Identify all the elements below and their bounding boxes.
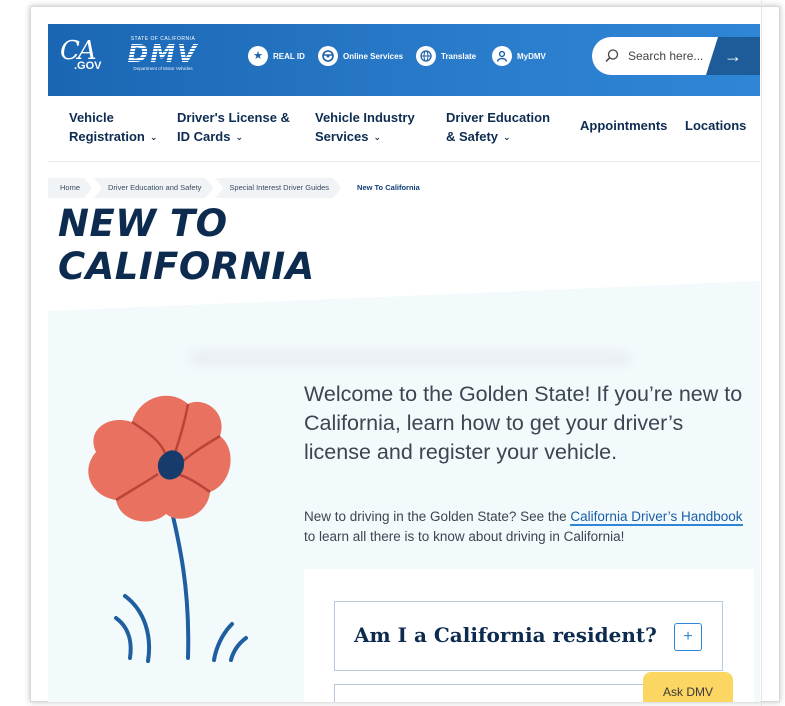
real-id-link[interactable]: ★ REAL ID xyxy=(248,46,305,66)
plus-icon: + xyxy=(683,628,693,645)
page-title: NEW TO CALIFORNIA xyxy=(58,202,378,288)
chevron-down-icon: ⌄ xyxy=(373,132,382,142)
page-content: CA .GOV STATE OF CALIFORNIA DMV Departme… xyxy=(30,6,780,702)
nav-vehicle-industry[interactable]: Vehicle Industry Services ⌄ xyxy=(315,108,415,148)
nav-label-line1: Driver Education xyxy=(446,110,551,125)
dmv-logo[interactable]: STATE OF CALIFORNIA DMV Department of Mo… xyxy=(122,36,204,76)
drivers-handbook-link[interactable]: California Driver’s Handbook xyxy=(570,509,743,526)
search-icon xyxy=(604,48,620,64)
blurred-divider xyxy=(190,351,630,365)
mydmv-label: MyDMV xyxy=(517,51,546,61)
chevron-down-icon: ⌄ xyxy=(149,132,158,142)
faq-accordion-resident[interactable]: Am I a California resident? + xyxy=(334,601,723,671)
steering-wheel-icon xyxy=(318,46,338,66)
breadcrumb-home[interactable]: Home xyxy=(48,178,92,198)
hero-body-text: New to driving in the Golden State? See … xyxy=(304,507,744,547)
user-icon xyxy=(492,46,512,66)
search-input[interactable] xyxy=(628,47,710,65)
breadcrumb-driver-education[interactable]: Driver Education and Safety xyxy=(94,178,213,198)
online-services-link[interactable]: Online Services xyxy=(318,46,403,66)
page-title-line1: NEW TO xyxy=(58,202,228,245)
page-title-line2: CALIFORNIA xyxy=(58,245,315,288)
gov-logo-text: .GOV xyxy=(74,60,102,72)
expand-button[interactable]: + xyxy=(674,623,702,651)
online-services-label: Online Services xyxy=(343,51,404,61)
breadcrumb-special-interest[interactable]: Special Interest Driver Guides xyxy=(215,178,341,198)
nav-label-line2: & Safety xyxy=(446,129,499,144)
breadcrumb-current: New To California xyxy=(357,183,420,192)
ask-dmv-button[interactable]: Ask DMV xyxy=(643,672,733,702)
breadcrumb: Home Driver Education and Safety Special… xyxy=(48,178,434,198)
chevron-down-icon: ⌄ xyxy=(235,132,244,142)
nav-label-line2: ID Cards xyxy=(177,129,231,144)
chevron-down-icon: ⌄ xyxy=(503,132,511,142)
nav-label-line1: Vehicle xyxy=(69,110,114,125)
nav-driver-education[interactable]: Driver Education & Safety ⌄ xyxy=(446,108,550,148)
dmv-logo-word: DMV xyxy=(122,41,204,66)
nav-appointments[interactable]: Appointments xyxy=(580,116,667,135)
nav-label-line1: Vehicle Industry xyxy=(315,110,415,125)
nav-label-line2: Services xyxy=(315,129,369,144)
nav-label-line2: Registration xyxy=(69,129,145,144)
ca-gov-logo[interactable]: CA .GOV xyxy=(60,38,108,74)
star-icon: ★ xyxy=(248,46,268,66)
hero-lead-text: Welcome to the Golden State! If you’re n… xyxy=(304,382,743,464)
nav-label-line1: Driver's License & xyxy=(177,110,290,125)
body-text-before: New to driving in the Golden State? See … xyxy=(304,509,571,524)
poppy-illustration xyxy=(88,395,248,663)
nav-vehicle-registration[interactable]: Vehicle Registration ⌄ xyxy=(69,108,157,148)
dmv-logo-dept: Department of Motor Vehicles xyxy=(133,66,193,71)
translate-link[interactable]: Translate xyxy=(416,46,476,66)
main-nav: Vehicle Registration ⌄ Driver's License &… xyxy=(48,96,760,162)
nav-drivers-license[interactable]: Driver's License & ID Cards ⌄ xyxy=(177,108,290,148)
nav-locations[interactable]: Locations xyxy=(685,116,746,135)
accordion-title: Am I a California resident? xyxy=(354,623,657,647)
body-text-after: to learn all there is to know about driv… xyxy=(304,529,625,544)
real-id-label: REAL ID xyxy=(273,51,305,61)
translate-label: Translate xyxy=(441,51,477,61)
arrow-right-icon: → xyxy=(724,45,742,66)
globe-icon xyxy=(416,46,436,66)
site-header: CA .GOV STATE OF CALIFORNIA DMV Departme… xyxy=(48,24,760,96)
mydmv-link[interactable]: MyDMV xyxy=(492,46,546,66)
